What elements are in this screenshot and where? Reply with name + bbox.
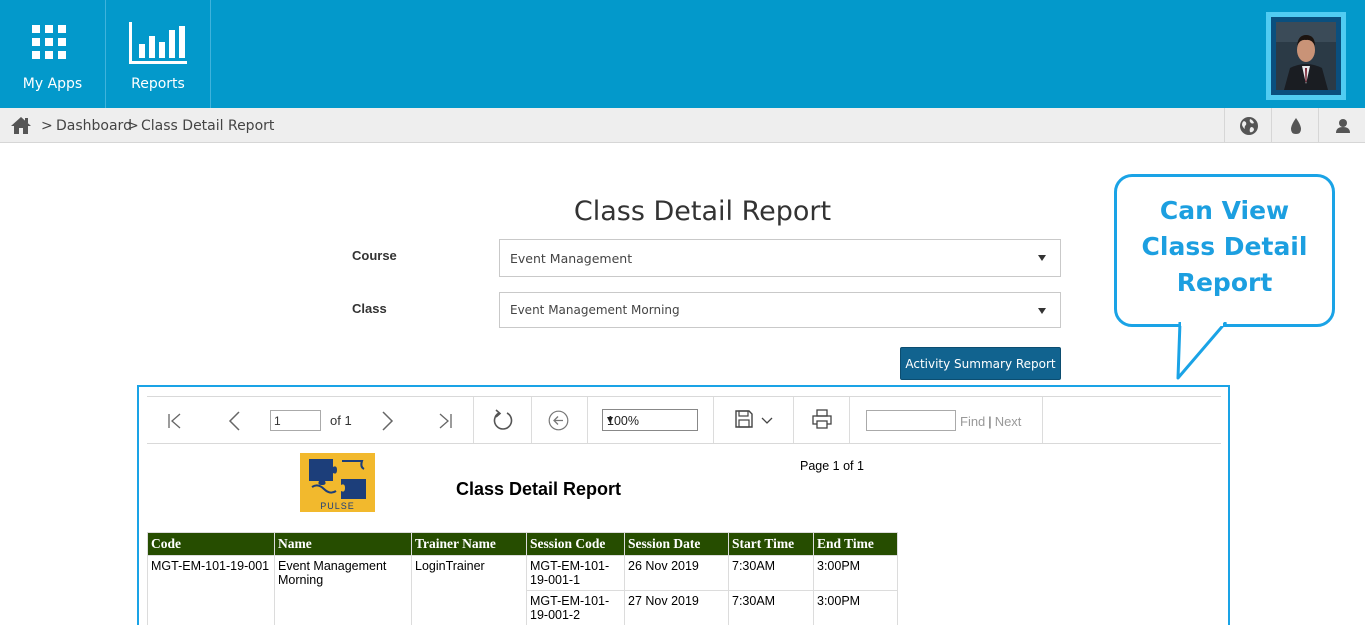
chevron-down-icon[interactable] <box>761 417 773 425</box>
start-time-cell: 7:30AM <box>728 590 814 625</box>
toolbar-divider <box>713 397 714 443</box>
report-title: Class Detail Report <box>456 479 622 499</box>
language-button[interactable] <box>1224 108 1271 143</box>
session-code-cell: MGT-EM-101-19-001-1 <box>526 555 625 591</box>
callout-line: Class Detail <box>1141 232 1308 261</box>
zoom-select[interactable]: 100% <box>602 409 698 431</box>
reports-tile[interactable]: Reports <box>106 0 211 108</box>
avatar-photo <box>1276 22 1336 90</box>
find-controls: Find | Next <box>960 414 1021 429</box>
caret-down-icon <box>1038 255 1046 261</box>
back-icon[interactable] <box>548 410 569 431</box>
session-code-cell: MGT-EM-101-19-001-2 <box>526 590 625 625</box>
trainer-cell: LoginTrainer <box>411 555 527 625</box>
name-cell: Event Management Morning <box>274 555 412 625</box>
class-select[interactable]: Event Management Morning <box>499 292 1061 328</box>
page-number-input[interactable] <box>270 410 321 431</box>
column-header: End Time <box>813 532 898 556</box>
breadcrumb-dashboard-link[interactable]: Dashboard <box>56 118 132 134</box>
end-time-cell: 3:00PM <box>813 555 898 591</box>
find-link[interactable]: Find <box>960 414 985 429</box>
top-app-bar: My Apps Reports <box>0 0 1365 108</box>
first-page-icon[interactable] <box>167 413 183 429</box>
reports-label: Reports <box>131 76 185 92</box>
last-page-icon[interactable] <box>437 413 453 429</box>
column-header: Start Time <box>728 532 814 556</box>
droplet-icon <box>1291 118 1301 134</box>
class-detail-table: Code Name Trainer Name Session Code Sess… <box>147 532 898 625</box>
globe-icon <box>1240 117 1258 135</box>
caret-down-icon <box>607 417 613 423</box>
next-page-icon[interactable] <box>379 411 395 431</box>
callout-pointer <box>1176 322 1228 380</box>
refresh-icon[interactable] <box>492 409 514 431</box>
find-separator: | <box>988 414 992 429</box>
code-cell: MGT-EM-101-19-001 <box>147 555 275 625</box>
course-label: Course <box>352 248 397 263</box>
my-apps-tile[interactable]: My Apps <box>0 0 106 108</box>
caret-down-icon <box>1038 308 1046 314</box>
table-row: MGT-EM-101-19-001 Event Management Morni… <box>147 555 898 625</box>
breadcrumb-separator: > <box>41 118 53 134</box>
breadcrumb: > Dashboard > Class Detail Report <box>0 108 1365 143</box>
find-input[interactable] <box>866 410 956 431</box>
column-header: Code <box>147 532 275 556</box>
theme-button[interactable] <box>1271 108 1318 143</box>
column-header: Session Date <box>624 532 729 556</box>
session-date-cell: 27 Nov 2019 <box>624 590 729 625</box>
class-select-value: Event Management Morning <box>510 303 680 317</box>
toolbar-divider <box>849 397 850 443</box>
report-viewer: of 1 100% <box>137 385 1230 625</box>
column-header: Session Code <box>526 532 625 556</box>
callout-line: Report <box>1176 268 1273 297</box>
course-select-value: Event Management <box>510 251 633 266</box>
previous-page-icon[interactable] <box>227 411 243 431</box>
table-header-row: Code Name Trainer Name Session Code Sess… <box>147 532 898 556</box>
activity-summary-report-button[interactable]: Activity Summary Report <box>900 347 1061 380</box>
column-header: Name <box>274 532 412 556</box>
callout-text: Can View Class Detail Report <box>1117 193 1332 301</box>
profile-button[interactable] <box>1318 108 1365 143</box>
toolbar-divider <box>531 397 532 443</box>
logo-text: PULSE <box>320 501 355 511</box>
bar-chart-icon <box>129 22 187 64</box>
pulse-logo: PULSE <box>300 453 375 512</box>
callout-line: Can View <box>1159 196 1290 225</box>
start-time-cell: 7:30AM <box>728 555 814 591</box>
user-icon <box>1336 119 1350 133</box>
save-icon[interactable] <box>735 410 753 428</box>
print-icon[interactable] <box>812 409 832 429</box>
toolbar-divider <box>793 397 794 443</box>
user-avatar[interactable] <box>1266 12 1346 100</box>
toolbar-divider <box>1042 397 1043 443</box>
breadcrumb-separator: > <box>127 118 139 134</box>
course-select[interactable]: Event Management <box>499 239 1061 277</box>
toolbar-divider <box>473 397 474 443</box>
toolbar-divider <box>587 397 588 443</box>
report-page-info: Page 1 of 1 <box>800 459 864 473</box>
class-label: Class <box>352 301 387 316</box>
page-count-label: of 1 <box>330 413 352 428</box>
end-time-cell: 3:00PM <box>813 590 898 625</box>
home-icon[interactable] <box>10 116 32 135</box>
next-link[interactable]: Next <box>995 414 1022 429</box>
my-apps-label: My Apps <box>22 76 83 92</box>
column-header: Trainer Name <box>411 532 527 556</box>
breadcrumb-current: Class Detail Report <box>141 118 275 134</box>
apps-grid-icon <box>32 25 66 59</box>
report-toolbar: of 1 100% <box>147 396 1221 444</box>
session-date-cell: 26 Nov 2019 <box>624 555 729 591</box>
callout-bubble: Can View Class Detail Report <box>1114 174 1335 327</box>
